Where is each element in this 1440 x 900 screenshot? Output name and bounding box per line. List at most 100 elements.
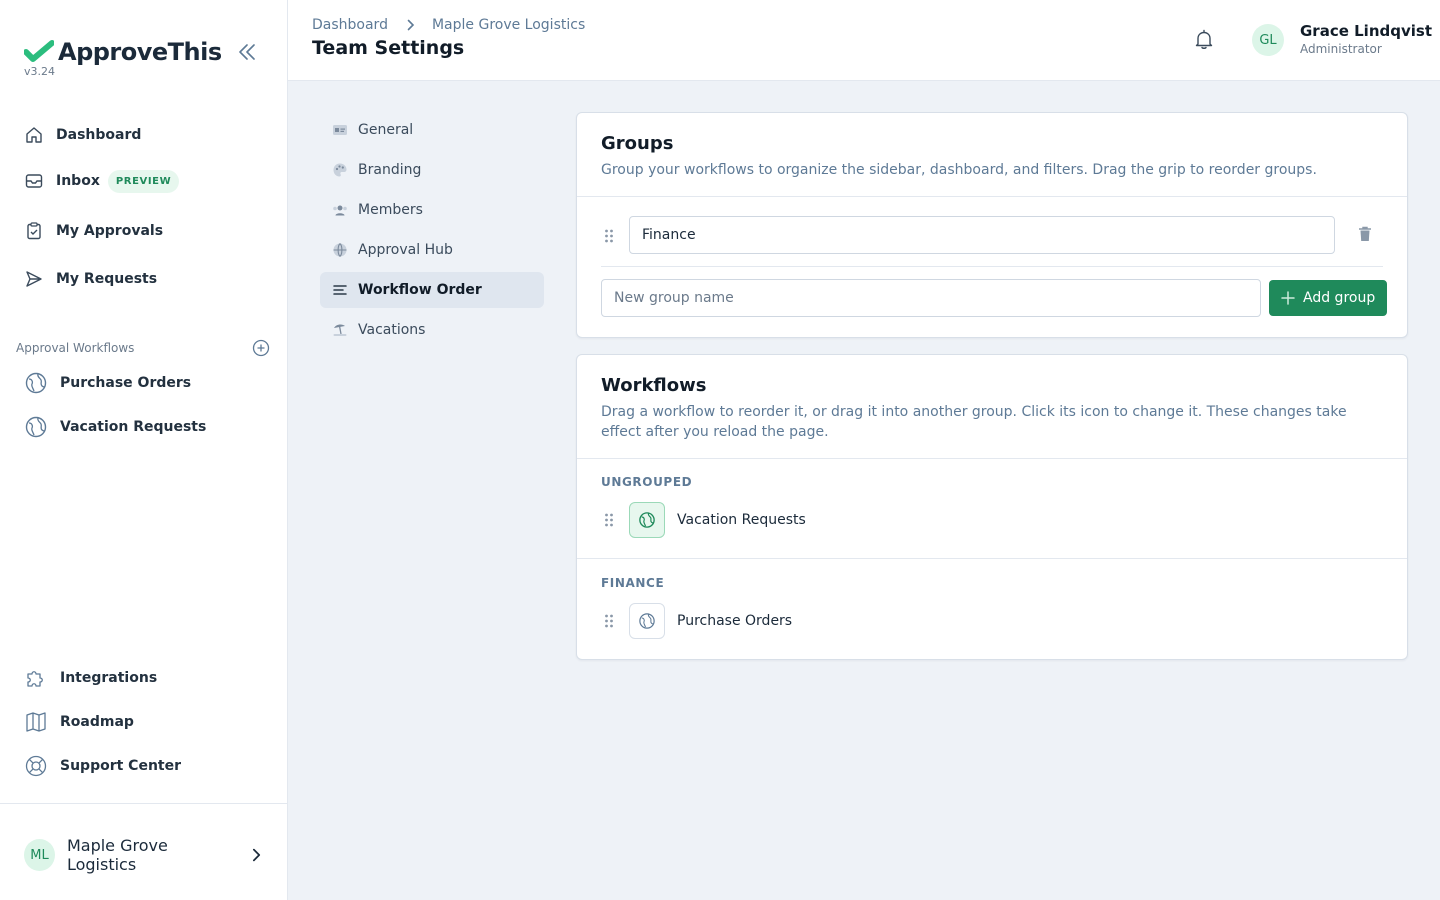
breadcrumb: Dashboard Maple Grove Logistics [312, 17, 585, 33]
new-group-name-input[interactable] [601, 279, 1261, 317]
nav-my-requests[interactable]: My Requests [24, 267, 157, 291]
section-label-ungrouped: UNGROUPED [601, 475, 693, 489]
settings-tab-label: Members [358, 202, 423, 218]
user-menu[interactable]: GL Grace Lindqvist Administrator [1252, 22, 1432, 58]
workflow-icon-button[interactable] [629, 502, 665, 538]
collapse-sidebar-icon[interactable] [236, 41, 258, 63]
nav-label: Support Center [60, 758, 182, 774]
drag-grip-icon[interactable] [601, 228, 617, 244]
nav-dashboard[interactable]: Dashboard [24, 123, 141, 147]
inbox-icon [25, 174, 43, 188]
settings-tab-workflow-order[interactable]: Workflow Order [320, 272, 544, 308]
nav-label: My Approvals [56, 223, 164, 239]
brand-logo[interactable]: ApproveThis [24, 38, 222, 66]
workflows-description: Drag a workflow to reorder it, or drag i… [601, 404, 1347, 440]
app-version: v3.24 [24, 65, 56, 78]
drag-grip-icon[interactable] [601, 613, 617, 629]
drag-grip-icon[interactable] [601, 512, 617, 528]
group-divider [601, 266, 1383, 267]
settings-tab-label: Vacations [358, 322, 426, 338]
sidebar-workflow-purchase-orders[interactable]: Purchase Orders [24, 370, 191, 396]
nav-label: My Requests [56, 271, 158, 287]
organization-switcher[interactable]: ML Maple Grove Logistics [24, 836, 264, 874]
section-label-finance: FINANCE [601, 576, 665, 590]
org-avatar: ML [24, 839, 55, 871]
sidebar: ApproveThis v3.24 Dashboard Inbox PREVIE… [0, 0, 288, 900]
workflow-name: Purchase Orders [677, 613, 793, 629]
settings-tab-branding[interactable]: Branding [320, 152, 544, 188]
settings-tab-general[interactable]: General [320, 112, 544, 148]
org-name: Maple Grove Logistics [66, 836, 168, 874]
chevron-right-icon [253, 848, 261, 862]
palette-icon [333, 163, 347, 177]
workflow-label: Purchase Orders [60, 375, 192, 391]
nav-label: Inbox [56, 173, 100, 189]
section-divider [577, 558, 1407, 559]
users-icon [333, 205, 347, 216]
page-title: Team Settings [312, 37, 465, 59]
settings-tab-approval-hub[interactable]: Approval Hub [320, 232, 544, 268]
groups-card-header: Groups Group your workflows to organize … [577, 113, 1407, 180]
settings-tab-label: Workflow Order [358, 282, 482, 298]
card-divider [577, 458, 1407, 459]
globe-icon [333, 243, 347, 257]
send-icon [26, 271, 42, 287]
nav-label: Dashboard [56, 127, 142, 143]
user-name: Grace Lindqvist [1300, 22, 1432, 40]
nav-label: Roadmap [60, 714, 134, 730]
add-group-button[interactable]: Add group [1269, 280, 1388, 316]
top-header: Dashboard Maple Grove Logistics Team Set… [288, 0, 1440, 81]
nav-my-approvals[interactable]: My Approvals [24, 219, 163, 243]
map-icon [26, 712, 46, 732]
globe-icon [639, 512, 655, 528]
nav-integrations[interactable]: Integrations [24, 665, 157, 691]
workflow-name: Vacation Requests [677, 512, 806, 528]
umbrella-beach-icon [333, 324, 347, 336]
workflow-row[interactable]: Vacation Requests [601, 502, 806, 538]
workflow-label: Vacation Requests [60, 419, 207, 435]
workflows-card-header: Workflows Drag a workflow to reorder it,… [577, 355, 1407, 442]
bell-icon[interactable] [1192, 28, 1216, 52]
clipboard-check-icon [27, 222, 41, 240]
id-card-icon [333, 125, 347, 135]
user-info: Grace Lindqvist Administrator [1300, 22, 1432, 58]
chevron-right-icon [407, 19, 415, 31]
settings-tab-members[interactable]: Members [320, 192, 544, 228]
add-workflow-icon[interactable] [252, 339, 270, 357]
approval-workflows-label: Approval Workflows [16, 341, 135, 355]
puzzle-icon [27, 671, 43, 687]
workflow-row[interactable]: Purchase Orders [601, 603, 792, 639]
breadcrumb-dashboard[interactable]: Dashboard [312, 17, 388, 33]
brand-name: ApproveThis [58, 38, 222, 66]
nav-roadmap[interactable]: Roadmap [24, 709, 134, 735]
plus-icon [1281, 291, 1295, 305]
settings-tab-vacations[interactable]: Vacations [320, 312, 544, 348]
nav-support-center[interactable]: Support Center [24, 753, 181, 779]
globe-icon [25, 416, 47, 438]
workflows-card: Workflows Drag a workflow to reorder it,… [576, 354, 1408, 660]
checkmark-logo-icon [24, 40, 54, 62]
home-icon [26, 127, 42, 143]
lifebuoy-icon [25, 755, 47, 777]
user-avatar: GL [1252, 24, 1284, 56]
globe-icon [25, 372, 47, 394]
card-divider [577, 196, 1407, 197]
sidebar-divider [0, 803, 288, 804]
sidebar-workflow-vacation-requests[interactable]: Vacation Requests [24, 414, 206, 440]
group-name-input[interactable] [629, 216, 1335, 254]
trash-icon[interactable] [1356, 225, 1374, 243]
nav-inbox[interactable]: Inbox PREVIEW [24, 169, 180, 193]
list-icon [333, 285, 347, 295]
settings-tab-label: Branding [358, 162, 422, 178]
settings-tab-label: General [358, 122, 414, 138]
groups-card: Groups Group your workflows to organize … [576, 112, 1408, 338]
settings-tab-label: Approval Hub [358, 242, 453, 258]
add-group-label: Add group [1303, 290, 1376, 306]
workflow-icon-button[interactable] [629, 603, 665, 639]
nav-label: Integrations [60, 670, 158, 686]
groups-title: Groups [601, 133, 674, 154]
breadcrumb-organization[interactable]: Maple Grove Logistics [432, 17, 585, 33]
groups-description: Group your workflows to organize the sid… [601, 162, 1317, 178]
preview-badge: PREVIEW [107, 169, 180, 193]
workflows-title: Workflows [601, 375, 707, 396]
